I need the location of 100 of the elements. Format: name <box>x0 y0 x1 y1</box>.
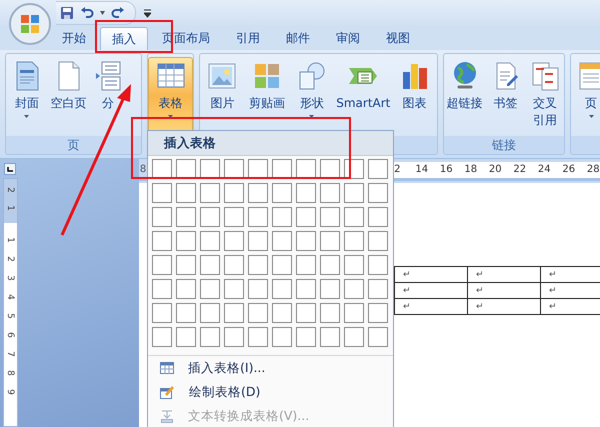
grid-cell[interactable] <box>224 279 244 299</box>
ribbon-button[interactable]: 空白页 <box>48 57 89 135</box>
grid-cell[interactable] <box>320 207 340 227</box>
ribbon-button[interactable]: 书签 <box>485 57 526 135</box>
grid-cell[interactable] <box>272 231 292 251</box>
ribbon-button[interactable]: 分 <box>89 57 127 135</box>
grid-cell[interactable] <box>200 327 220 347</box>
grid-cell[interactable] <box>248 159 268 179</box>
ribbon-button[interactable]: 超链接 <box>444 57 485 135</box>
caret-icon[interactable] <box>100 11 105 15</box>
grid-cell[interactable] <box>296 303 316 323</box>
grid-cell[interactable] <box>176 255 196 275</box>
grid-cell[interactable] <box>200 303 220 323</box>
ribbon-button[interactable]: 图表 <box>392 57 437 135</box>
grid-cell[interactable] <box>344 279 364 299</box>
grid-cell[interactable] <box>200 279 220 299</box>
grid-cell[interactable] <box>320 183 340 203</box>
ribbon-tab[interactable]: 开始 <box>50 26 98 50</box>
save-icon[interactable] <box>60 6 74 20</box>
customize-menu-icon[interactable] <box>144 8 151 18</box>
grid-cell[interactable] <box>200 183 220 203</box>
grid-cell[interactable] <box>368 207 388 227</box>
grid-cell[interactable] <box>248 303 268 323</box>
grid-cell[interactable] <box>248 327 268 347</box>
grid-cell[interactable] <box>224 327 244 347</box>
grid-cell[interactable] <box>368 183 388 203</box>
grid-cell[interactable] <box>344 183 364 203</box>
grid-cell[interactable] <box>176 303 196 323</box>
grid-cell[interactable] <box>224 207 244 227</box>
grid-cell[interactable] <box>368 255 388 275</box>
ribbon-tab[interactable]: 视图 <box>374 26 422 50</box>
grid-cell[interactable] <box>152 207 172 227</box>
grid-cell[interactable] <box>152 303 172 323</box>
grid-cell[interactable] <box>344 327 364 347</box>
grid-cell[interactable] <box>224 303 244 323</box>
grid-cell[interactable] <box>248 255 268 275</box>
ribbon-tab[interactable]: 审阅 <box>324 26 372 50</box>
grid-cell[interactable] <box>320 327 340 347</box>
grid-cell[interactable] <box>344 303 364 323</box>
grid-cell[interactable] <box>248 231 268 251</box>
grid-cell[interactable] <box>272 183 292 203</box>
grid-cell[interactable] <box>272 159 292 179</box>
grid-cell[interactable] <box>152 327 172 347</box>
grid-cell[interactable] <box>368 231 388 251</box>
grid-cell[interactable] <box>176 279 196 299</box>
grid-cell[interactable] <box>224 159 244 179</box>
grid-cell[interactable] <box>176 159 196 179</box>
grid-cell[interactable] <box>224 231 244 251</box>
grid-cell[interactable] <box>200 231 220 251</box>
grid-cell[interactable] <box>200 207 220 227</box>
ribbon-tab[interactable]: 插入 <box>100 27 148 50</box>
grid-cell[interactable] <box>296 327 316 347</box>
grid-cell[interactable] <box>224 183 244 203</box>
grid-cell[interactable] <box>176 327 196 347</box>
tab-selector[interactable] <box>4 163 16 175</box>
redo-icon[interactable] <box>111 6 125 20</box>
grid-cell[interactable] <box>248 279 268 299</box>
grid-cell[interactable] <box>272 303 292 323</box>
grid-cell[interactable] <box>296 231 316 251</box>
grid-cell[interactable] <box>296 255 316 275</box>
office-button[interactable] <box>8 2 52 46</box>
grid-cell[interactable] <box>176 183 196 203</box>
grid-cell[interactable] <box>320 231 340 251</box>
grid-cell[interactable] <box>320 255 340 275</box>
grid-cell[interactable] <box>272 327 292 347</box>
grid-cell[interactable] <box>296 183 316 203</box>
grid-cell[interactable] <box>224 255 244 275</box>
grid-cell[interactable] <box>152 231 172 251</box>
undo-icon[interactable] <box>80 6 94 20</box>
grid-cell[interactable] <box>344 255 364 275</box>
grid-cell[interactable] <box>200 159 220 179</box>
ribbon-tab[interactable]: 引用 <box>224 26 272 50</box>
grid-cell[interactable] <box>200 255 220 275</box>
grid-cell[interactable] <box>368 159 388 179</box>
grid-cell[interactable] <box>368 279 388 299</box>
grid-cell[interactable] <box>320 303 340 323</box>
grid-cell[interactable] <box>272 279 292 299</box>
grid-cell[interactable] <box>272 255 292 275</box>
grid-cell[interactable] <box>248 207 268 227</box>
grid-cell[interactable] <box>152 255 172 275</box>
grid-cell[interactable] <box>368 303 388 323</box>
grid-cell[interactable] <box>296 207 316 227</box>
ribbon-tab[interactable]: 邮件 <box>274 26 322 50</box>
grid-cell[interactable] <box>176 231 196 251</box>
grid-cell[interactable] <box>296 159 316 179</box>
grid-cell[interactable] <box>320 159 340 179</box>
grid-cell[interactable] <box>320 279 340 299</box>
ribbon-button[interactable]: 交叉引用 <box>526 57 564 135</box>
grid-cell[interactable] <box>248 183 268 203</box>
menu-item[interactable]: 插入表格(I)... <box>148 356 393 380</box>
grid-cell[interactable] <box>152 159 172 179</box>
grid-cell[interactable] <box>176 207 196 227</box>
grid-cell[interactable] <box>344 231 364 251</box>
grid-cell[interactable] <box>296 279 316 299</box>
grid-cell[interactable] <box>272 207 292 227</box>
grid-cell[interactable] <box>152 183 172 203</box>
ribbon-button[interactable]: 页 <box>571 57 600 135</box>
menu-item[interactable]: 绘制表格(D) <box>148 380 393 404</box>
grid-cell[interactable] <box>152 279 172 299</box>
grid-cell[interactable] <box>368 327 388 347</box>
